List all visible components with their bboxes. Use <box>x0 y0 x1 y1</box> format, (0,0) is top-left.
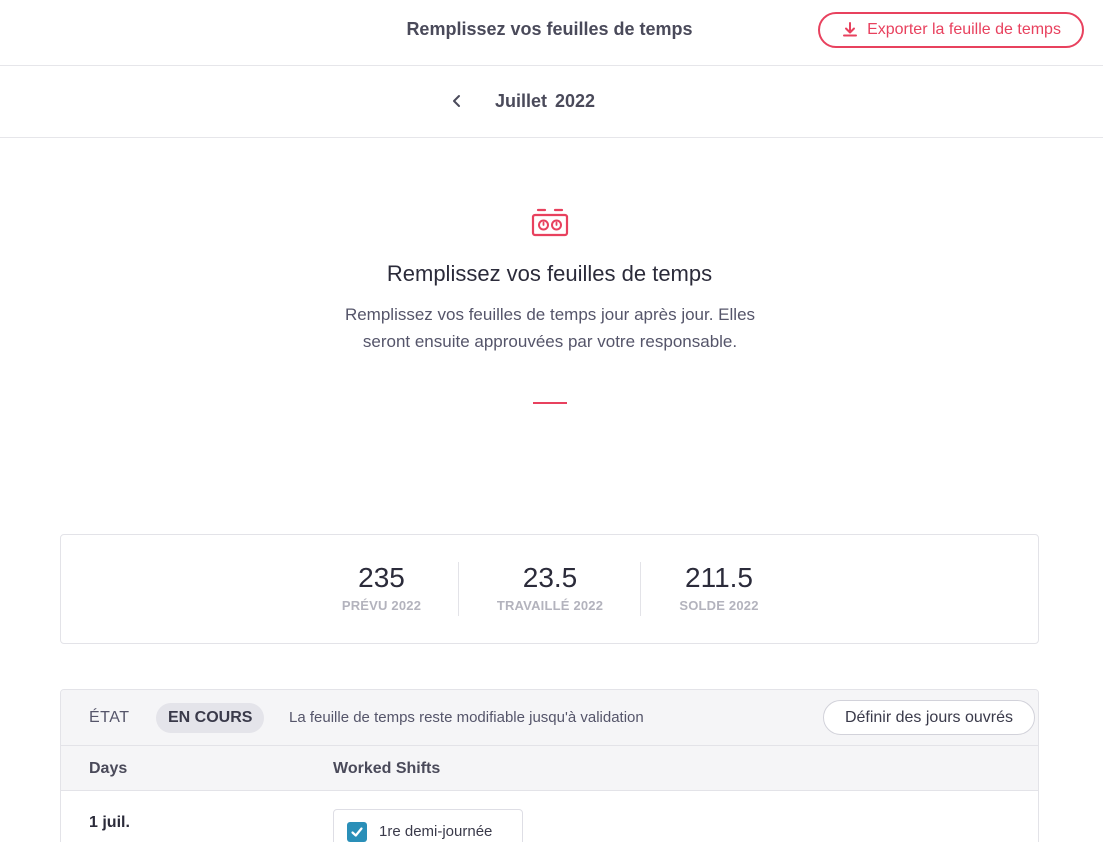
stats-card: 235 PRÉVU 2022 23.5 TRAVAILLÉ 2022 211.5… <box>60 534 1039 644</box>
state-label: ÉTAT <box>89 709 130 726</box>
stat-label: TRAVAILLÉ 2022 <box>496 598 604 613</box>
export-timesheet-button[interactable]: Exporter la feuille de temps <box>818 12 1084 48</box>
stat-worked: 23.5 TRAVAILLÉ 2022 <box>481 561 619 613</box>
chevron-left-icon <box>453 95 460 107</box>
check-icon <box>351 827 363 837</box>
previous-month-button[interactable] <box>446 90 468 112</box>
stat-planned: 235 PRÉVU 2022 <box>319 561 444 613</box>
download-icon <box>843 22 858 37</box>
top-bar: Remplissez vos feuilles de temps Exporte… <box>0 0 1103 66</box>
stat-value: 211.5 <box>685 562 753 593</box>
year: 2022 <box>555 91 596 111</box>
shift-checkbox-item[interactable]: 1re demi-journée <box>333 809 523 842</box>
stat-label: PRÉVU 2022 <box>341 598 422 613</box>
timesheet-status-bar: ÉTAT EN COURS La feuille de temps reste … <box>61 690 1038 746</box>
column-header-worked-shifts: Worked Shifts <box>333 760 441 777</box>
accent-divider <box>533 402 567 404</box>
status-badge: EN COURS <box>156 703 265 733</box>
status-note: La feuille de temps reste modifiable jus… <box>289 709 644 726</box>
define-working-days-button[interactable]: Définir des jours ouvrés <box>823 700 1035 735</box>
timesheet-icon <box>531 208 569 237</box>
shift-label: 1re demi-journée <box>379 823 493 840</box>
checkbox-checked[interactable] <box>347 822 367 842</box>
month-navigation: Juillet 2022 <box>0 66 1103 138</box>
row-date: 1 juil. <box>89 814 130 831</box>
timesheet-panel: ÉTAT EN COURS La feuille de temps reste … <box>60 689 1039 842</box>
export-button-label: Exporter la feuille de temps <box>867 21 1061 38</box>
stat-divider <box>640 562 641 616</box>
stat-value: 235 <box>358 562 405 593</box>
stat-value: 23.5 <box>522 562 578 593</box>
month-name: Juillet <box>495 91 548 111</box>
intro-description: Remplissez vos feuilles de temps jour ap… <box>344 305 756 351</box>
column-header-days: Days <box>89 760 128 777</box>
intro-title: Remplissez vos feuilles de temps <box>386 261 713 286</box>
table-header: Days Worked Shifts <box>61 746 1038 791</box>
stat-label: SOLDE 2022 <box>679 598 759 613</box>
stat-divider <box>458 562 459 616</box>
stat-balance: 211.5 SOLDE 2022 <box>661 561 777 613</box>
current-period: Juillet 2022 <box>495 91 595 112</box>
